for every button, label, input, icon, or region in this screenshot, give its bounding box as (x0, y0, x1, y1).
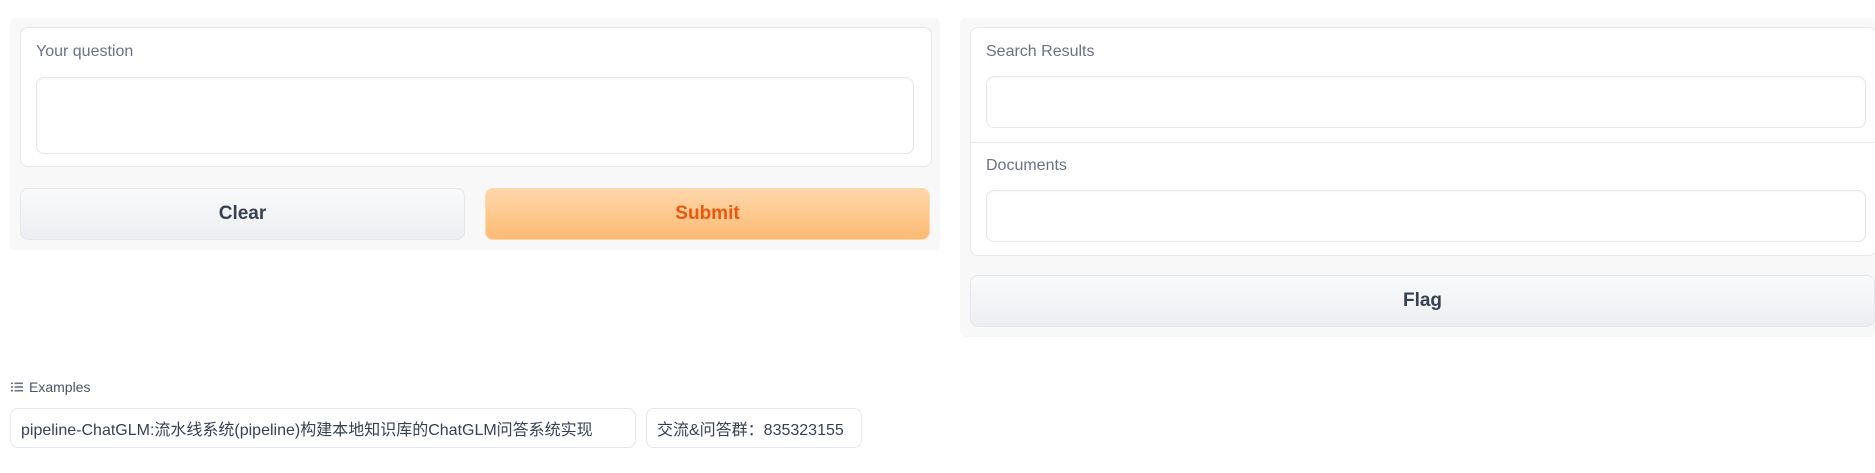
output-panel: Search Results Documents Flag (960, 18, 1875, 337)
example-item-chat-group[interactable]: 交流&问答群：835323155 (646, 408, 862, 448)
documents-label: Documents (986, 157, 1067, 174)
app-page: Your question Clear Submit Search Result… (0, 0, 1875, 473)
question-input[interactable] (36, 77, 914, 154)
search-results-label: Search Results (986, 43, 1095, 60)
outputs-divider (971, 142, 1875, 143)
submit-button[interactable]: Submit (485, 188, 930, 240)
example-item-pipeline-chatglm[interactable]: pipeline-ChatGLM:流水线系统(pipeline)构建本地知识库的… (10, 408, 636, 448)
clear-button[interactable]: Clear (20, 188, 465, 240)
flag-button[interactable]: Flag (970, 275, 1875, 327)
search-results-output[interactable] (986, 76, 1866, 128)
input-panel: Your question Clear Submit (10, 18, 940, 250)
examples-label: Examples (29, 379, 91, 395)
outputs-block: Search Results Documents (970, 27, 1875, 256)
list-icon (11, 379, 23, 395)
question-block: Your question (20, 27, 932, 167)
documents-output[interactable] (986, 190, 1866, 242)
examples-header: Examples (11, 379, 90, 395)
question-label: Your question (36, 43, 134, 60)
